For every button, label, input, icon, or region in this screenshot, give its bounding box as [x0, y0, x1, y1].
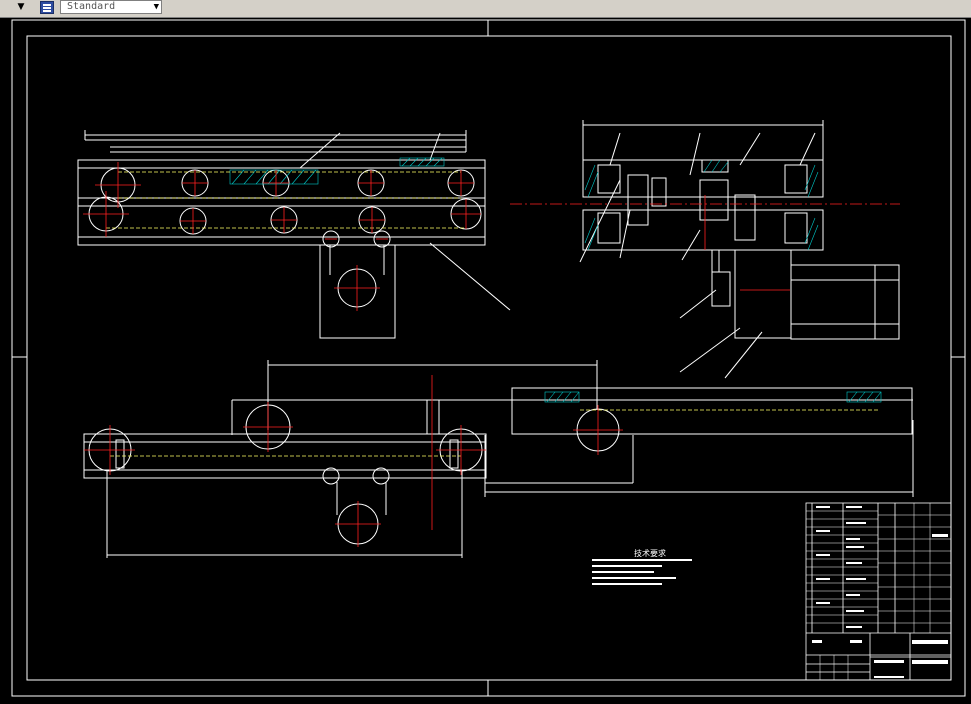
text-style-select[interactable]: Standard ▼: [60, 0, 162, 14]
text-style-icon[interactable]: [40, 1, 54, 14]
toolbar: ▼ Standard ▼: [0, 0, 971, 18]
text-style-dropdown-arrow[interactable]: ▼: [154, 1, 159, 13]
layer-dropdown-arrow[interactable]: ▼: [14, 0, 28, 14]
technical-requirements-title: 技术要求: [634, 548, 666, 558]
cad-drawing-canvas[interactable]: 技术要求: [0, 18, 971, 704]
text-style-value: Standard: [67, 1, 116, 12]
